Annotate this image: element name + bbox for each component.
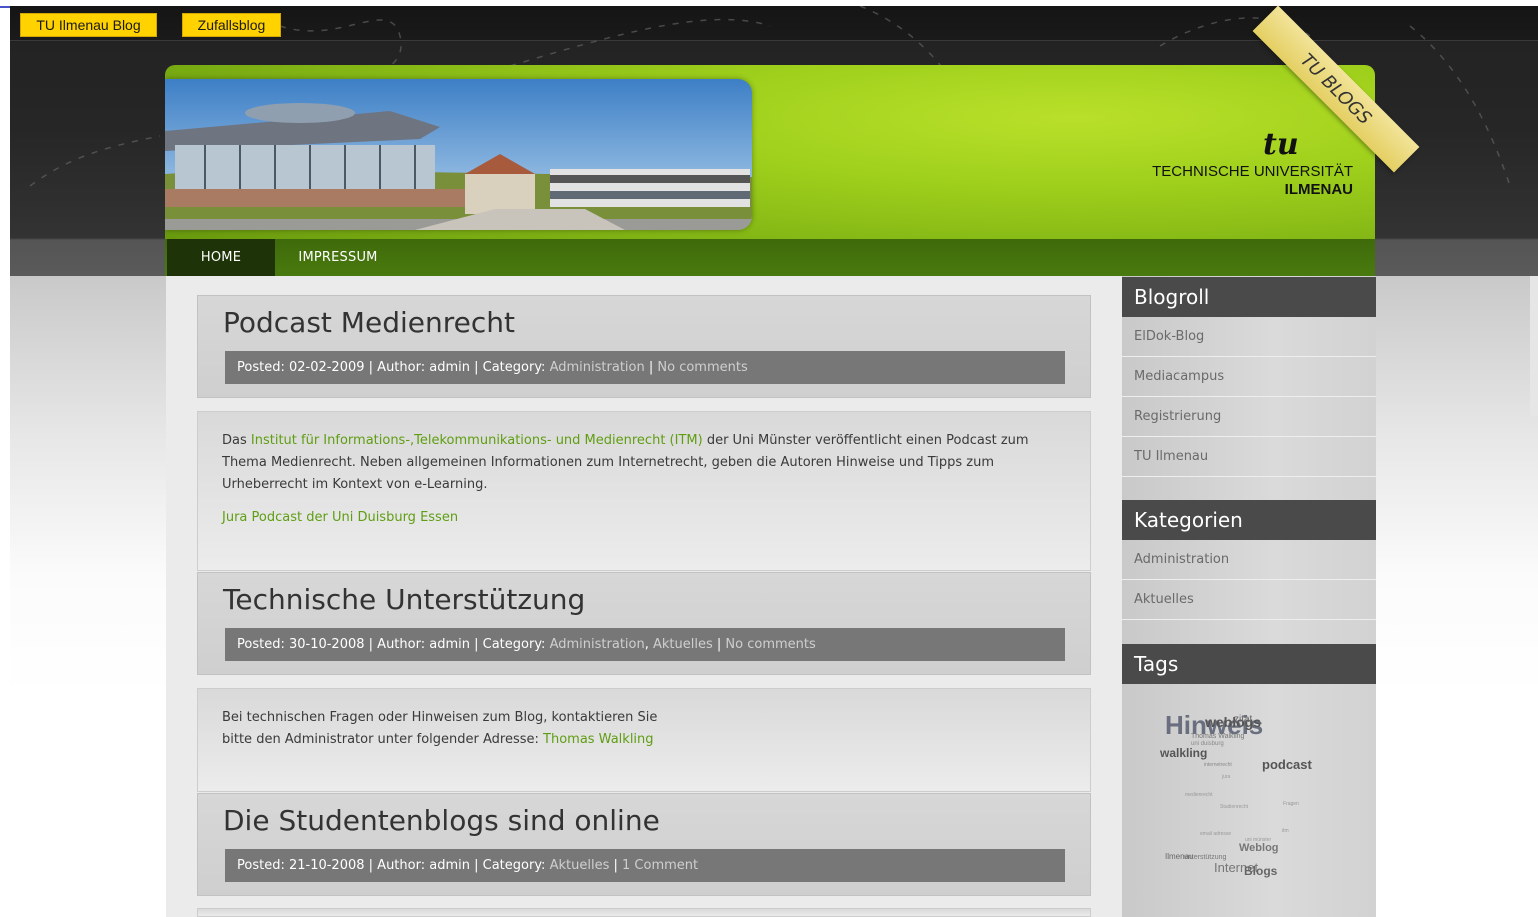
comments-link[interactable]: 1 Comment — [622, 858, 698, 873]
post-body: Das Institut für Informations-,Telekommu… — [197, 411, 1091, 571]
nav-impressum[interactable]: IMPRESSUM — [283, 239, 393, 276]
tu-ilmenau-blog-button[interactable]: TU Ilmenau Blog — [20, 13, 157, 37]
main-navigation: HOME IMPRESSUM — [165, 239, 1375, 276]
post-author: Author: admin — [377, 360, 470, 375]
post-author: Author: admin — [377, 858, 470, 873]
blogroll-heading: Blogroll — [1122, 277, 1376, 317]
tag-link[interactable]: Thomas Walkling — [1191, 733, 1244, 740]
post-body: Bei technischen Fragen oder Hinweisen zu… — [197, 688, 1091, 792]
post-category-label: Category: — [482, 360, 546, 375]
post-title[interactable]: Die Studentenblogs sind online — [223, 804, 660, 837]
comments-link[interactable]: No comments — [725, 637, 815, 652]
university-city: ILMENAU — [1284, 181, 1353, 198]
blogroll-item[interactable]: TU Ilmenau — [1122, 437, 1376, 477]
tag-link[interactable]: Weblog — [1239, 842, 1279, 854]
post-title[interactable]: Podcast Medienrecht — [223, 306, 515, 339]
tag-link[interactable]: jura — [1222, 774, 1230, 780]
post-header: Die Studentenblogs sind online Posted: 2… — [197, 793, 1091, 896]
tag-link[interactable]: Studienrecht — [1220, 804, 1248, 810]
tag-link[interactable]: walkling — [1160, 746, 1207, 760]
tag-link[interactable]: weblogs — [1205, 714, 1261, 730]
tag-link[interactable]: email adresse — [1200, 831, 1231, 837]
post-author: Author: admin — [377, 637, 470, 652]
post-category-label: Category: — [482, 858, 546, 873]
category-link[interactable]: Aktuelles — [653, 637, 713, 652]
post-header: Podcast Medienrecht Posted: 02-02-2009 |… — [197, 295, 1091, 398]
university-name: TECHNISCHE UNIVERSITÄT — [1152, 163, 1353, 180]
post-body — [197, 908, 1091, 917]
itm-link[interactable]: Institut für Informations-,Telekommunika… — [251, 433, 703, 448]
site-header: tu TECHNISCHE UNIVERSITÄT ILMENAU HOME I… — [165, 65, 1375, 276]
tag-link[interactable]: internetrecht — [1204, 762, 1232, 768]
post-meta: Posted: 21-10-2008 | Author: admin | Cat… — [225, 849, 1065, 882]
post-meta: Posted: 02-02-2009 | Author: admin | Cat… — [225, 351, 1065, 384]
post-paragraph: Bei technischen Fragen oder Hinweisen zu… — [222, 710, 658, 747]
post-meta: Posted: 30-10-2008 | Author: admin | Cat… — [225, 628, 1065, 661]
category-item[interactable]: Administration — [1122, 540, 1376, 580]
nav-home[interactable]: HOME — [167, 239, 275, 276]
tu-logo-icon: tu — [1263, 127, 1299, 162]
tag-link[interactable]: Blogs — [1244, 864, 1277, 878]
post-date: Posted: 21-10-2008 — [237, 858, 365, 873]
tag-link[interactable]: podcast — [1262, 757, 1312, 772]
tags-heading: Tags — [1122, 644, 1376, 684]
jura-podcast-link[interactable]: Jura Podcast der Uni Duisburg Essen — [222, 510, 458, 525]
admin-email-link[interactable]: Thomas Walkling — [543, 732, 654, 747]
blogroll-item[interactable]: Mediacampus — [1122, 357, 1376, 397]
post-header: Technische Unterstützung Posted: 30-10-2… — [197, 572, 1091, 675]
page-right-edge — [1530, 276, 1538, 416]
tag-link[interactable]: zitat — [1234, 714, 1252, 725]
category-item[interactable]: Aktuelles — [1122, 580, 1376, 620]
comments-link[interactable]: No comments — [657, 360, 747, 375]
campus-photo — [165, 79, 752, 230]
post-paragraph: Das Institut für Informations-,Telekommu… — [222, 433, 1029, 492]
tag-link[interactable]: medienrecht — [1185, 792, 1213, 798]
category-link[interactable]: Aktuelles — [550, 858, 610, 873]
categories-heading: Kategorien — [1122, 500, 1376, 540]
blogroll-item[interactable]: ElDok-Blog — [1122, 317, 1376, 357]
sidebar: Blogroll ElDok-Blog Mediacampus Registri… — [1122, 276, 1376, 917]
category-link[interactable]: Administration — [550, 637, 645, 652]
tag-link[interactable]: Fragen — [1283, 801, 1299, 807]
post-date: Posted: 30-10-2008 — [237, 637, 365, 652]
category-link[interactable]: Administration — [550, 360, 645, 375]
post-date: Posted: 02-02-2009 — [237, 360, 365, 375]
post-category-label: Category: — [482, 637, 546, 652]
tag-link[interactable]: itm — [1282, 828, 1289, 834]
blogroll-item[interactable]: Registrierung — [1122, 397, 1376, 437]
random-blog-button[interactable]: Zufallsblog — [182, 13, 281, 37]
post-title[interactable]: Technische Unterstützung — [223, 583, 585, 616]
